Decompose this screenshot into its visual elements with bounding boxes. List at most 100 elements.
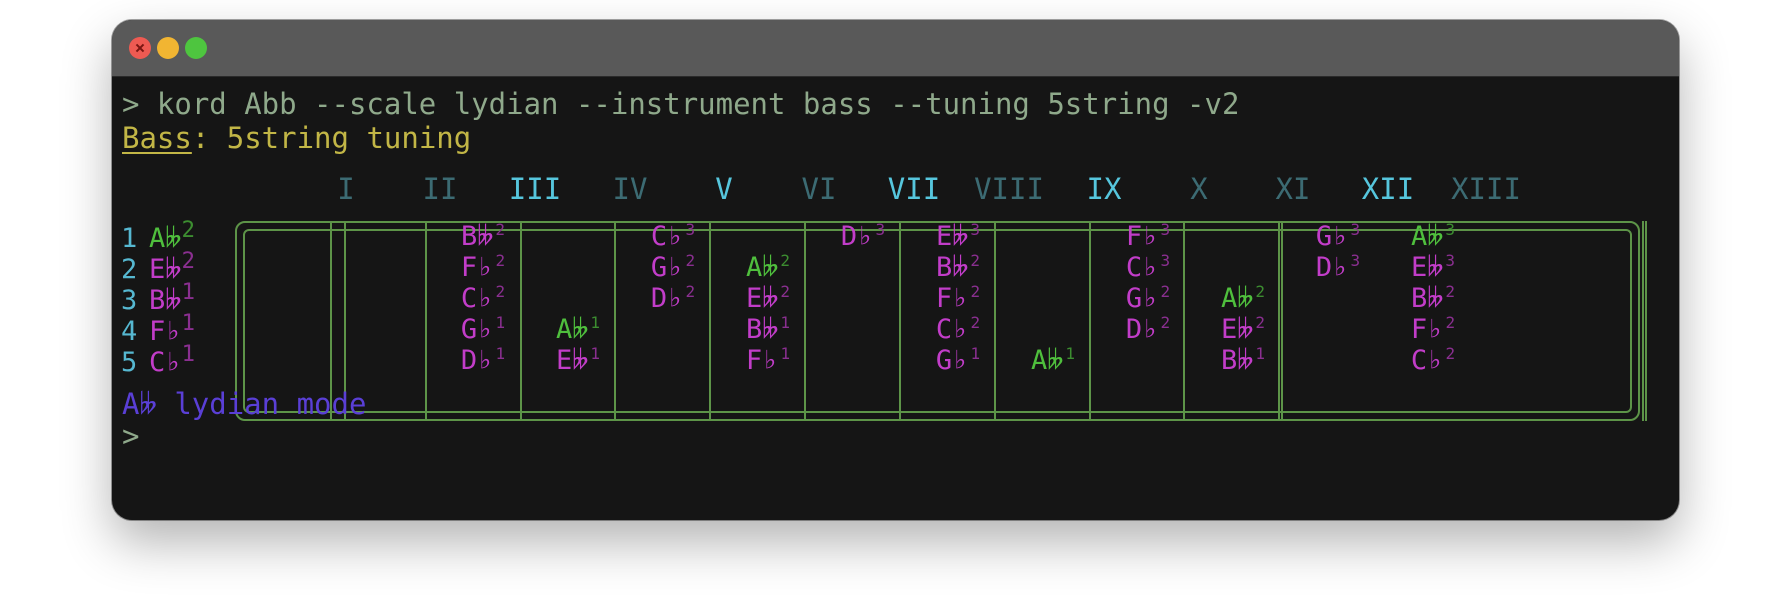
note-name: D♭ (840, 221, 874, 252)
fret-note: D♭ 3 (841, 214, 885, 253)
fret-line-12 (1278, 221, 1283, 421)
note-octave: 3 (1160, 220, 1171, 239)
note-octave: 2 (495, 282, 506, 301)
note-name: D♭ (1125, 314, 1159, 345)
note-name: B𝄫 (1220, 345, 1254, 376)
note-octave: 2 (685, 282, 696, 301)
note-name: G♭ (935, 345, 969, 376)
note-octave: 2 (1160, 282, 1171, 301)
note-octave: 2 (970, 251, 981, 270)
note-octave: 3 (875, 220, 886, 239)
terminal-prompt[interactable]: > (122, 419, 139, 453)
note-octave: 1 (495, 313, 506, 332)
fret-note: D♭ 3 (1316, 245, 1360, 284)
fret-numeral-1: I (337, 172, 355, 206)
note-octave: 1 (590, 344, 601, 363)
note-octave: 2 (780, 282, 791, 301)
note-octave: 3 (1160, 251, 1171, 270)
fret-numeral-8: VIII (974, 172, 1044, 206)
fret-line-13 (1642, 221, 1647, 421)
fret-line-9 (994, 221, 996, 421)
note-octave: 2 (1255, 313, 1266, 332)
fret-numeral-5: V (715, 172, 733, 206)
note-octave: 2 (495, 251, 506, 270)
string-row-5: 5 C♭1 (121, 337, 195, 380)
fret-note: A𝄫 1 (1031, 338, 1075, 377)
close-button[interactable] (129, 37, 151, 59)
note-octave: 3 (1445, 251, 1456, 270)
note-octave: 1 (181, 310, 196, 336)
note-octave: 2 (1445, 313, 1456, 332)
fret-numeral-11: XI (1275, 172, 1311, 206)
fret-note: D♭ 2 (651, 276, 695, 315)
fret-line-6 (709, 221, 711, 421)
zoom-button[interactable] (185, 37, 207, 59)
fret-note: B𝄫 1 (1221, 338, 1265, 377)
note-octave: 2 (1255, 282, 1266, 301)
fret-numeral-4: IV (612, 172, 648, 206)
note-octave: 1 (780, 313, 791, 332)
fret-line-7 (804, 221, 806, 421)
fret-numeral-3: III (508, 172, 562, 206)
fret-line-11 (1183, 221, 1185, 421)
fret-numeral-12: XII (1361, 172, 1415, 206)
note-name: F♭ (745, 345, 779, 376)
fret-note: C♭ 2 (1411, 338, 1455, 377)
fret-numeral-9: IX (1086, 172, 1122, 206)
note-octave: 1 (1255, 344, 1266, 363)
minimize-button[interactable] (157, 37, 179, 59)
note-octave: 3 (1445, 220, 1456, 239)
string-number: 5 (121, 347, 138, 378)
fret-line-3 (425, 221, 427, 421)
note-name: D♭ (460, 345, 494, 376)
note-octave: 2 (685, 251, 696, 270)
command-line: > kord Abb --scale lydian --instrument b… (122, 87, 1240, 121)
mode-line: A𝄫 lydian mode (122, 387, 367, 421)
title-bar (112, 20, 1679, 77)
fret-note: D♭ 2 (1126, 307, 1170, 346)
note-octave: 1 (181, 341, 196, 367)
note-octave: 1 (970, 344, 981, 363)
fret-numeral-6: VI (801, 172, 837, 206)
fret-note: G♭ 1 (936, 338, 980, 377)
fret-numeral-7: VII (887, 172, 941, 206)
note-name: D♭ (1315, 252, 1349, 283)
fret-line-8 (899, 221, 901, 421)
note-octave: 1 (495, 344, 506, 363)
tuning-text: : 5string tuning (191, 121, 472, 155)
note-octave: 2 (181, 248, 196, 274)
note-octave: 3 (1350, 220, 1361, 239)
terminal-window: > kord Abb --scale lydian --instrument b… (112, 20, 1679, 520)
note-octave: 1 (780, 344, 791, 363)
note-octave: 2 (780, 251, 791, 270)
open-string-note: C♭1 (149, 337, 195, 380)
note-octave: 2 (495, 220, 506, 239)
note-octave: 2 (1445, 282, 1456, 301)
fret-numeral-2: II (422, 172, 458, 206)
fret-line-5 (614, 221, 616, 421)
fret-note: E𝄫 1 (556, 338, 600, 377)
fret-note: D♭ 1 (461, 338, 505, 377)
note-name: E𝄫 (555, 345, 589, 376)
terminal-content[interactable]: > kord Abb --scale lydian --instrument b… (112, 77, 1679, 520)
tuning-line: Bass: 5string tuning (122, 121, 471, 155)
instrument-label: Bass (122, 121, 192, 155)
note-octave: 2 (970, 282, 981, 301)
fret-line-4 (520, 221, 522, 421)
note-octave: 3 (970, 220, 981, 239)
note-octave: 1 (590, 313, 601, 332)
fret-note: F♭ 1 (746, 338, 790, 377)
fret-numeral-10: X (1190, 172, 1208, 206)
fret-numeral-13: XIII (1451, 172, 1521, 206)
note-octave: 2 (1160, 313, 1171, 332)
note-name: C♭ (1410, 345, 1444, 376)
fret-line-10 (1089, 221, 1091, 421)
note-octave: 3 (685, 220, 696, 239)
close-icon (136, 44, 144, 52)
note-name: C♭ (149, 347, 182, 378)
note-octave: 3 (1350, 251, 1361, 270)
note-octave: 1 (1065, 344, 1076, 363)
note-octave: 2 (970, 313, 981, 332)
note-octave: 1 (181, 279, 196, 305)
note-name: A𝄫 (1030, 345, 1064, 376)
